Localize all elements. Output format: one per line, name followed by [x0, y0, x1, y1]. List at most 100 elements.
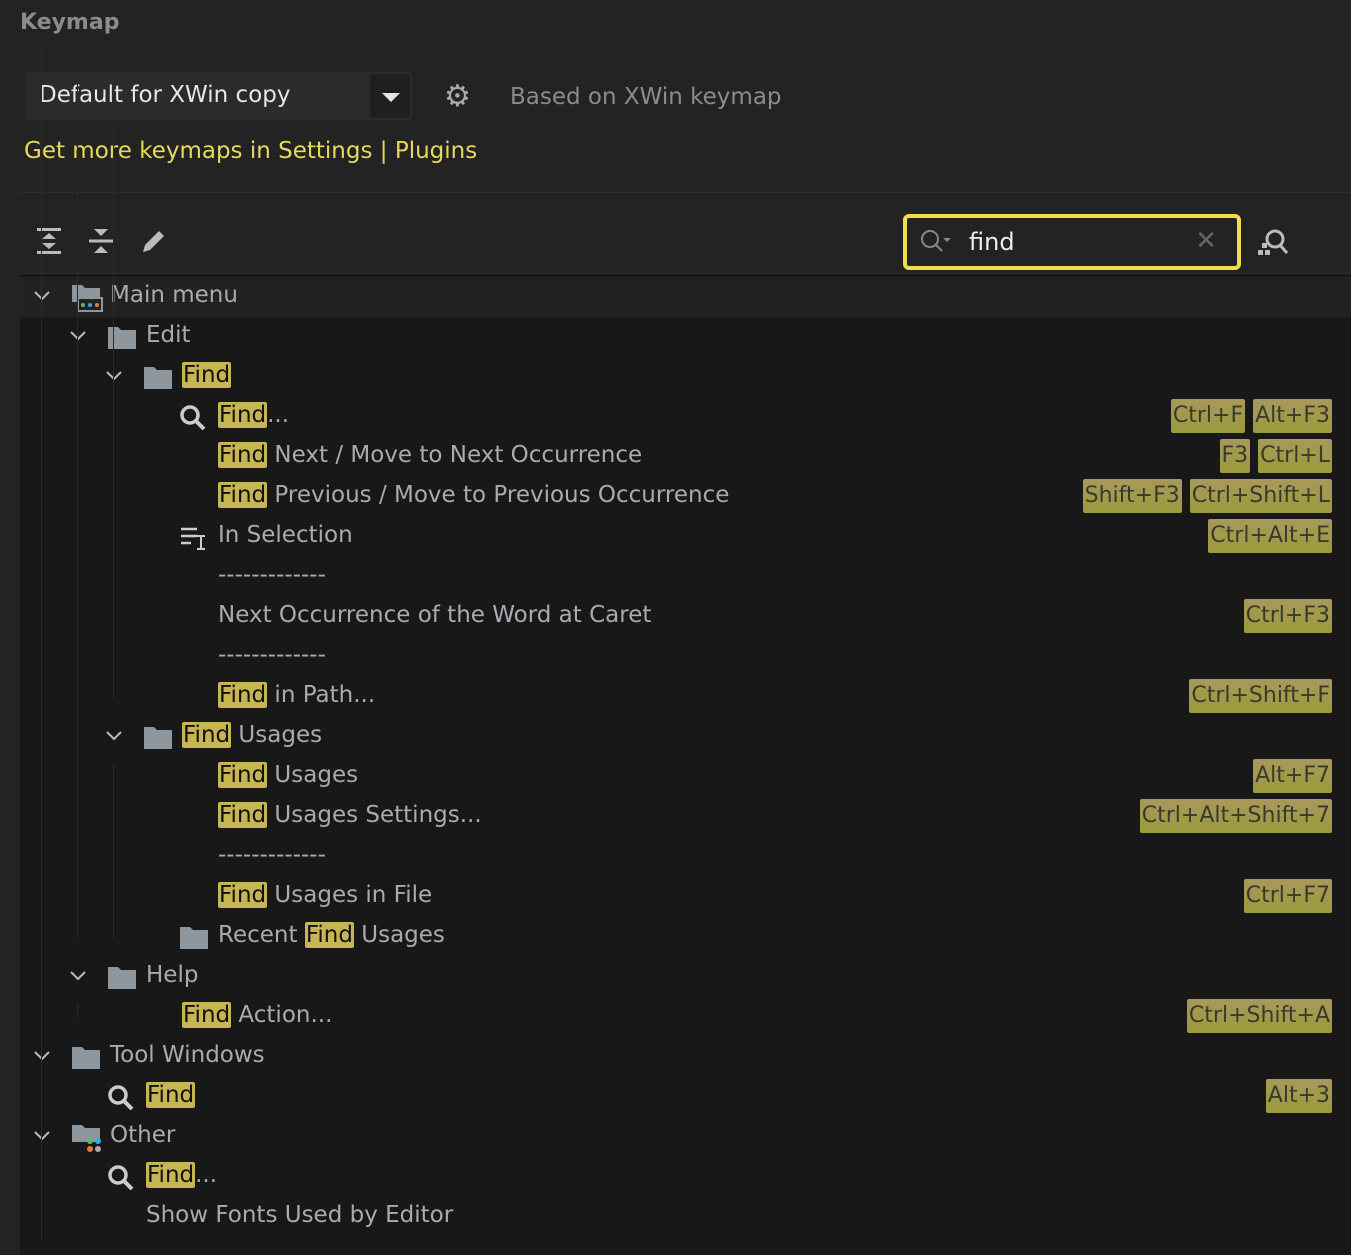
edit-icon[interactable] [139, 226, 169, 256]
chevron-down-icon[interactable] [370, 74, 410, 118]
tree-item-label: Other [110, 1122, 175, 1148]
tree-item-label: Edit [146, 322, 191, 348]
folder-icon [107, 324, 137, 350]
find-shortcut-icon[interactable] [1256, 226, 1290, 260]
tree-group[interactable]: Find Usages [20, 717, 1351, 757]
search-match-highlight: Find [218, 482, 268, 508]
tree-action[interactable]: Recent Find Usages [20, 917, 1351, 957]
tree-action[interactable]: Find Usages in File Ctrl+F7 [20, 877, 1351, 917]
label-text: Next / Move to Next Occurrence [267, 442, 643, 468]
label-text: Usages [267, 762, 359, 788]
tree-group[interactable]: Main menu [20, 277, 1351, 317]
chevron-down-icon[interactable] [33, 1047, 51, 1065]
shortcut-list: Ctrl+Shift+A [1186, 999, 1332, 1033]
search-match-highlight: Find [218, 682, 268, 708]
close-icon[interactable]: ✕ [1195, 226, 1217, 256]
tree-action[interactable]: ------------- [20, 637, 1351, 677]
tree-action[interactable]: Next Occurrence of the Word at Caret Ctrl… [20, 597, 1351, 637]
label-text: Action... [231, 1002, 333, 1028]
shortcut-badge: Ctrl+F3 [1243, 599, 1332, 633]
keymap-tree[interactable]: Main menu Edit Find Find... Ctrl+F Alt+F3 Find… [20, 44, 1351, 1255]
tree-item-label: In Selection [218, 522, 353, 548]
tree-action[interactable]: Find Next / Move to Next Occurrence F3 Ctr… [20, 437, 1351, 477]
search-history-icon[interactable] [919, 228, 953, 254]
search-match-highlight: Find [218, 402, 268, 428]
shortcut-badge: Ctrl+Shift+L [1189, 479, 1332, 513]
label-text: In Selection [218, 522, 353, 548]
shortcut-badge: Ctrl+Shift+F [1189, 679, 1332, 713]
shortcut-badge: Ctrl+Alt+Shift+7 [1139, 799, 1332, 833]
chevron-down-icon[interactable] [33, 287, 51, 305]
search-match-highlight: Find [218, 762, 268, 788]
search-match-highlight: Find [218, 802, 268, 828]
chevron-down-icon[interactable] [33, 1127, 51, 1145]
tree-item-label: Next Occurrence of the Word at Caret [218, 602, 651, 628]
keymap-select[interactable]: Default for XWin copy [25, 72, 412, 120]
tree-group[interactable]: Help [20, 957, 1351, 997]
tree-action[interactable]: In Selection Ctrl+Alt+E [20, 517, 1351, 557]
collapse-all-icon[interactable] [86, 226, 116, 256]
main-menu-icon [71, 284, 103, 312]
shortcut-badge: Ctrl+L [1258, 439, 1332, 473]
shortcut-badge: Ctrl+Alt+E [1208, 519, 1332, 553]
shortcut-badge: Alt+3 [1265, 1079, 1332, 1113]
label-text: Previous / Move to Previous Occurrence [267, 482, 730, 508]
tree-group[interactable]: Find [20, 357, 1351, 397]
shortcut-badge: Ctrl+F7 [1243, 879, 1332, 913]
tree-action[interactable]: Show Fonts Used by Editor [20, 1197, 1351, 1237]
label-text: ------------- [218, 642, 326, 668]
tree-group[interactable]: Edit [20, 317, 1351, 357]
tree-action[interactable]: Find Usages Settings... Ctrl+Alt+Shift+7 [20, 797, 1351, 837]
label-text: Next Occurrence of the Word at Caret [218, 602, 652, 628]
folder-icon [179, 924, 209, 950]
tree-action[interactable]: Find Previous / Move to Previous Occurre… [20, 477, 1351, 517]
shortcut-list: Ctrl+Alt+Shift+7 [1139, 799, 1332, 833]
based-on-label: Based on XWin keymap [510, 84, 782, 110]
label-text: ... [267, 402, 290, 428]
tree-action[interactable]: Find Action... Ctrl+Shift+A [20, 997, 1351, 1037]
tree-item-label: Find in Path... [218, 682, 375, 708]
tree-action[interactable]: Find... [20, 1157, 1351, 1197]
shortcut-badge: Alt+F7 [1253, 759, 1332, 793]
tree-item-label: Find Action... [182, 1002, 332, 1028]
tree-guide-line [113, 124, 114, 698]
tree-action[interactable]: ------------- [20, 837, 1351, 877]
search-match-highlight: Find [182, 1002, 232, 1028]
tree-item-label: Find... [218, 402, 289, 428]
tree-group[interactable]: Tool Windows [20, 1037, 1351, 1077]
chevron-down-icon[interactable] [69, 327, 87, 345]
tree-guide-line [77, 84, 78, 938]
search-match-highlight: Find [182, 362, 232, 388]
search-input[interactable] [967, 224, 1191, 260]
label-text: Usages [353, 922, 445, 948]
tree-action[interactable]: Find... Ctrl+F Alt+F3 [20, 397, 1351, 437]
tree-item-label: Find Usages in File [218, 882, 432, 908]
label-text: Usages Settings... [267, 802, 482, 828]
tree-action[interactable]: Find in Path... Ctrl+Shift+F [20, 677, 1351, 717]
shortcut-list: Shift+F3 Ctrl+Shift+L [1082, 479, 1332, 513]
get-more-keymaps-link[interactable]: Get more keymaps in Settings | Plugins [24, 138, 477, 164]
tree-group[interactable]: Other [20, 1117, 1351, 1157]
tree-action[interactable]: Find Usages Alt+F7 [20, 757, 1351, 797]
shortcut-list: Ctrl+F Alt+F3 [1170, 399, 1332, 433]
search-field[interactable]: ✕ [903, 214, 1241, 270]
shortcut-list: Alt+3 [1265, 1079, 1332, 1113]
label-text: ------------- [218, 842, 326, 868]
gear-icon[interactable]: ⚙ [444, 82, 471, 112]
tree-action[interactable]: ------------- [20, 557, 1351, 597]
shortcut-badge: Alt+F3 [1253, 399, 1332, 433]
expand-all-icon[interactable] [34, 226, 64, 256]
divider [20, 192, 1351, 193]
chevron-down-icon[interactable] [105, 727, 123, 745]
shortcut-list: Ctrl+F7 [1243, 879, 1332, 913]
tree-item-label: Find Next / Move to Next Occurrence [218, 442, 642, 468]
tree-item-label: Help [146, 962, 198, 988]
chevron-down-icon[interactable] [69, 967, 87, 985]
tree-action[interactable]: Find Alt+3 [20, 1077, 1351, 1117]
folder-icon [107, 964, 137, 990]
tree-guide-line [41, 44, 42, 1241]
chevron-down-icon[interactable] [105, 367, 123, 385]
label-text: Usages in File [267, 882, 433, 908]
tree-item-label: ------------- [218, 642, 326, 668]
tree-item-label: Tool Windows [110, 1042, 265, 1068]
